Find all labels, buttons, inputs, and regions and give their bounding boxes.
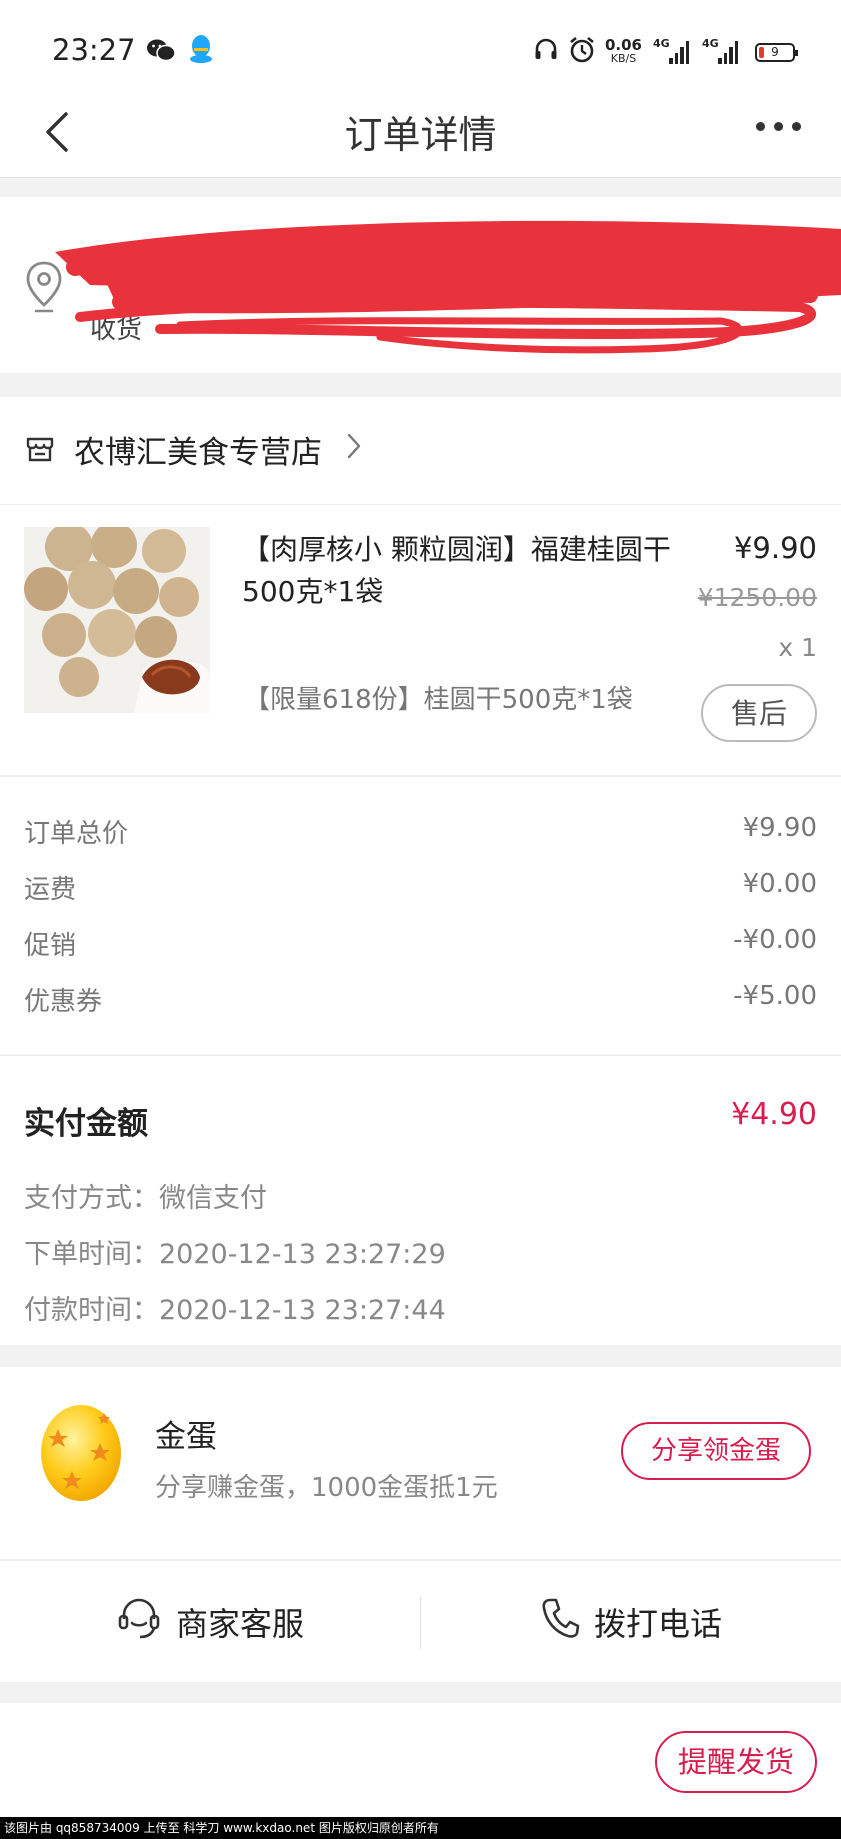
remind-shipment-button[interactable]: 提醒发货: [655, 1731, 817, 1793]
nav-bar: 订单详情: [0, 100, 841, 178]
product-name[interactable]: 【肉厚核小 颗粒圆润】福建桂圆干500克*1袋: [242, 529, 682, 613]
call-label: 拨打电话: [593, 1605, 722, 1643]
golden-egg-promo: 金蛋 分享赚金蛋，1000金蛋抵1元 分享领金蛋: [0, 1367, 841, 1559]
product-price: ¥9.90: [733, 531, 817, 565]
customer-service-icon: [116, 1595, 162, 1649]
bottom-actions: 提醒发货: [0, 1703, 841, 1817]
paid-amount: ¥4.90: [731, 1097, 817, 1132]
payment-method: 支付方式：微信支付: [24, 1183, 267, 1214]
phone-icon: [540, 1596, 580, 1648]
product-spec: 【限量618份】桂圆干500克*1袋: [244, 685, 633, 715]
fee-row-shipping: 运费 ¥0.00: [24, 869, 817, 909]
fee-row-promotion: 促销 -¥0.00: [24, 925, 817, 965]
fee-label: 订单总价: [24, 819, 129, 849]
order-time: 下单时间：2020-12-13 23:27:29: [24, 1239, 446, 1270]
network-speed: 0.06 KB/S: [605, 38, 642, 66]
page-title: 订单详情: [344, 113, 497, 157]
address-card[interactable]: 收 收货: [0, 197, 841, 373]
redaction-scribble: [55, 220, 841, 354]
fee-value: ¥0.00: [742, 869, 817, 899]
status-bar: 23:27 0.06 KB/S 4G 4G 9: [0, 0, 841, 100]
battery-icon: 9: [755, 42, 798, 62]
alarm-icon: [568, 36, 596, 68]
watermark-text: 该图片由 qq858734009 上传至 科学刀 www.kxdao.net 图…: [0, 1817, 841, 1839]
chevron-right-icon[interactable]: [344, 431, 364, 465]
fee-value: -¥5.00: [733, 981, 817, 1011]
contact-bar: 商家客服 拨打电话: [0, 1560, 841, 1682]
shop-icon: [24, 433, 56, 469]
signal-label: 4G: [653, 37, 670, 50]
merchant-service-label: 商家客服: [175, 1605, 304, 1643]
battery-level: 9: [771, 44, 779, 59]
pay-time: 付款时间：2020-12-13 23:27:44: [24, 1295, 446, 1326]
product-original-price: ¥1250.00: [697, 583, 817, 612]
qq-icon: [188, 34, 214, 68]
payment-info: 实付金额 ¥4.90 支付方式：微信支付 下单时间：2020-12-13 23:…: [0, 1055, 841, 1345]
product-quantity: x 1: [778, 633, 817, 662]
signal-label: 4G: [702, 37, 719, 50]
fee-value: -¥0.00: [733, 925, 817, 955]
product-thumbnail[interactable]: [24, 527, 210, 713]
fee-row-total: 订单总价 ¥9.90: [24, 813, 817, 853]
fee-label: 促销: [24, 931, 77, 961]
merchant-service-button[interactable]: 商家客服: [0, 1561, 420, 1683]
fee-summary: 订单总价 ¥9.90 运费 ¥0.00 促销 -¥0.00 优惠券 -¥5.00: [0, 776, 841, 1054]
headset-icon: [533, 37, 559, 67]
golden-egg-icon: [38, 1399, 124, 1507]
signal-icon: 4G: [653, 37, 689, 64]
wechat-icon: [146, 38, 176, 66]
signal-icon: 4G: [702, 37, 738, 64]
fee-row-coupon: 优惠券 -¥5.00: [24, 981, 817, 1021]
paid-amount-label: 实付金额: [24, 1106, 148, 1142]
fee-label: 优惠券: [24, 987, 103, 1017]
share-golden-egg-button[interactable]: 分享领金蛋: [621, 1422, 811, 1480]
more-options-icon[interactable]: [756, 122, 801, 131]
shop-name-link[interactable]: 农博汇美食专营店: [74, 427, 322, 472]
after-sale-button[interactable]: 售后: [701, 684, 817, 742]
fee-value: ¥9.90: [742, 813, 817, 843]
speed-unit: KB/S: [610, 52, 637, 65]
golden-egg-subtitle: 分享赚金蛋，1000金蛋抵1元: [155, 1473, 498, 1503]
status-time: 23:27: [52, 33, 136, 67]
store-card: 农博汇美食专营店 【肉厚核小 颗粒圆润】福建桂圆干500克*1袋 ¥9.90 ¥…: [0, 397, 841, 775]
divider: [0, 504, 841, 505]
golden-egg-title: 金蛋: [155, 1419, 217, 1455]
status-right-icons: 0.06 KB/S 4G 4G 9: [533, 36, 798, 68]
fee-label: 运费: [24, 875, 77, 905]
call-button[interactable]: 拨打电话: [421, 1561, 841, 1683]
